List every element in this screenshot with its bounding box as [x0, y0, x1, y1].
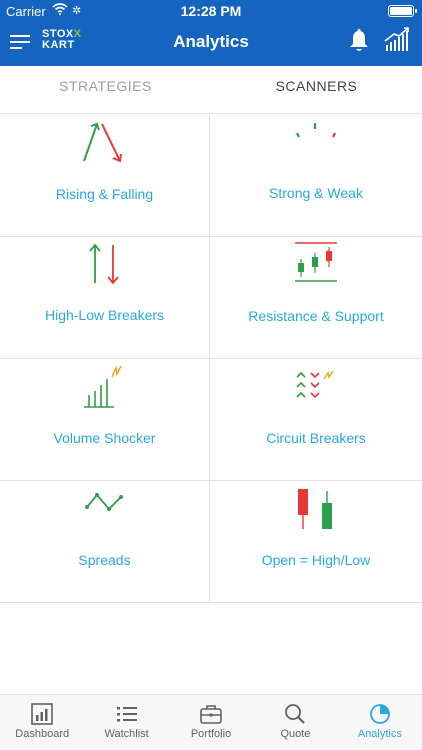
nav-watchlist[interactable]: Watchlist [84, 695, 168, 750]
scanner-resistance-support[interactable]: Resistance & Support [210, 237, 422, 359]
bottom-nav: Dashboard Watchlist Portfolio Quote Anal… [0, 694, 422, 750]
nav-portfolio[interactable]: Portfolio [169, 695, 253, 750]
watchlist-icon [116, 707, 137, 722]
nav-quote[interactable]: Quote [253, 695, 337, 750]
scanner-spreads[interactable]: Spreads [0, 481, 210, 603]
dashboard-icon [31, 703, 54, 725]
nav-analytics[interactable]: Analytics [338, 695, 422, 750]
status-bar: Carrier ✲ 12:28 PM [0, 0, 422, 22]
scanner-high-low-breakers[interactable]: High-Low Breakers [0, 237, 210, 359]
scanner-grid: Rising & Falling Strong & Weak High-Low … [0, 115, 422, 603]
quote-icon [285, 704, 306, 724]
nav-label: Portfolio [190, 728, 232, 740]
circuit-breakers-icon [296, 370, 334, 399]
nav-label: Watchlist [104, 728, 149, 740]
app-header: Carrier ✲ 12:28 PM STOXX KART Analytics [0, 0, 422, 66]
portfolio-icon [200, 705, 222, 724]
analytics-icon [369, 704, 390, 724]
battery-icon [388, 5, 417, 17]
bell-icon[interactable] [348, 29, 370, 53]
scanner-volume-shocker[interactable]: Volume Shocker [0, 359, 210, 481]
high-low-icon [88, 243, 119, 285]
market-trend-icon[interactable] [384, 27, 410, 53]
scanner-rising-falling[interactable]: Rising & Falling [0, 115, 210, 237]
strong-weak-icon [296, 123, 336, 138]
scanner-label: Circuit Breakers [266, 430, 366, 446]
analytics-tabs: STRATEGIES SCANNERS [0, 66, 422, 114]
scanner-label: Open = High/Low [261, 552, 371, 568]
volume-shocker-icon [83, 365, 122, 408]
nav-bar: STOXX KART Analytics [0, 22, 422, 66]
scanner-label: Spreads [78, 552, 131, 568]
tab-scanners[interactable]: SCANNERS [211, 66, 422, 113]
tab-strategies[interactable]: STRATEGIES [0, 66, 211, 113]
status-time: 12:28 PM [180, 3, 242, 19]
scanner-label: Resistance & Support [248, 308, 384, 324]
scanner-label: Volume Shocker [53, 430, 156, 446]
scanner-label: Strong & Weak [269, 185, 363, 201]
nav-label: Quote [280, 728, 311, 740]
scanner-circuit-breakers[interactable]: Circuit Breakers [210, 359, 422, 481]
resistance-support-icon [295, 242, 337, 282]
rising-falling-icon [82, 122, 122, 163]
open-high-low-icon [298, 489, 332, 529]
nav-label: Analytics [357, 728, 402, 740]
nav-dashboard[interactable]: Dashboard [0, 695, 84, 750]
scanner-label: High-Low Breakers [44, 307, 165, 323]
scanner-open-high-low[interactable]: Open = High/Low [210, 481, 422, 603]
spreads-icon [84, 493, 123, 511]
scanner-label: Rising & Falling [55, 186, 154, 202]
nav-label: Dashboard [15, 728, 70, 740]
scanner-strong-weak[interactable]: Strong & Weak [210, 115, 422, 237]
